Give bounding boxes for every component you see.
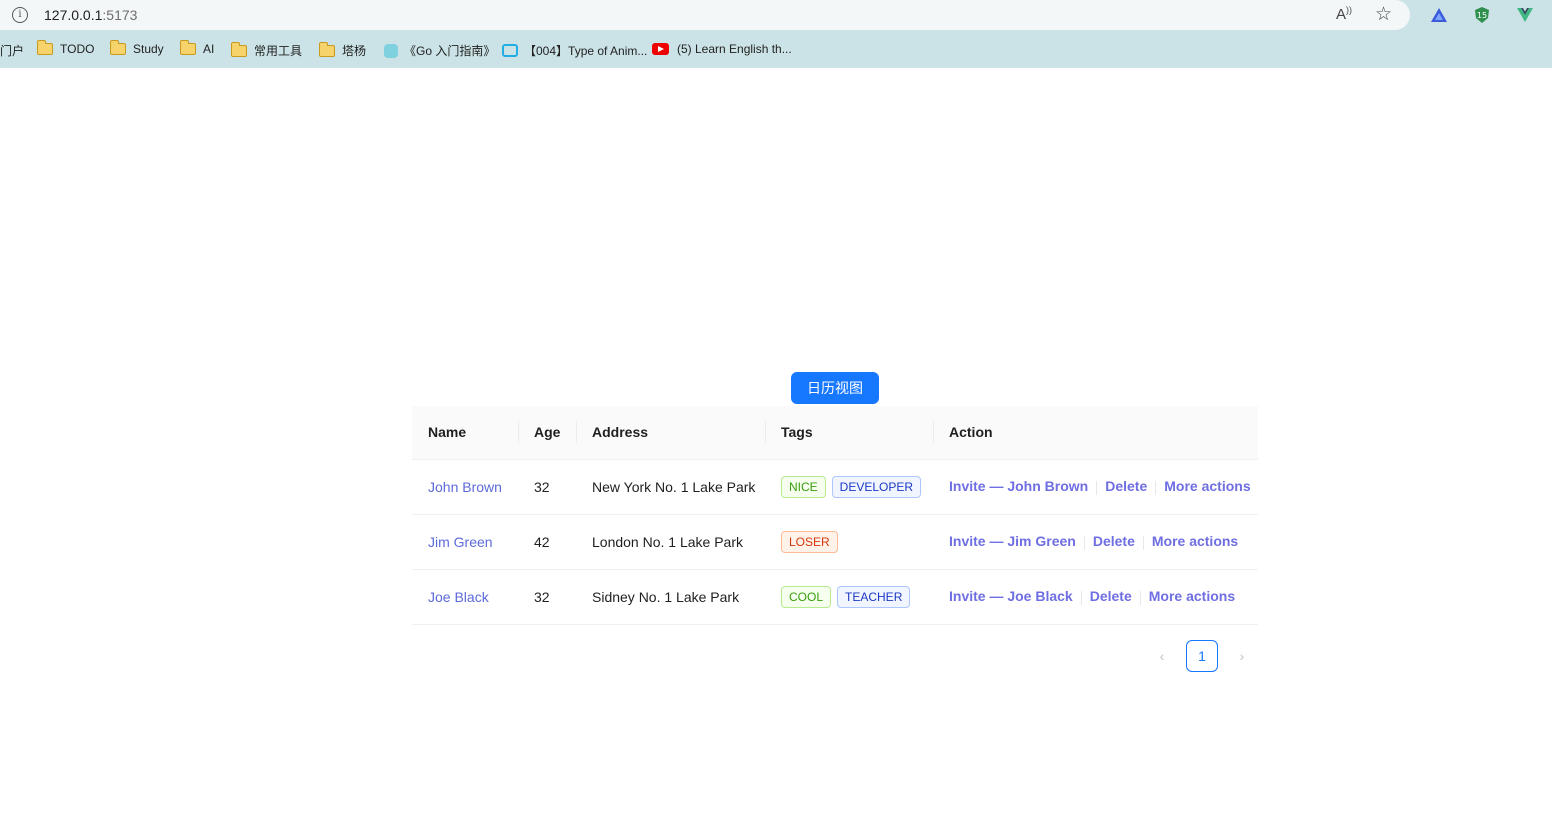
action-divider <box>1155 480 1157 495</box>
url-text[interactable]: 127.0.0.1:5173 <box>44 7 137 23</box>
age-cell: 32 <box>518 569 576 625</box>
bookmark-go-guide[interactable]: 《Go 入门指南》 <box>384 42 495 59</box>
folder-icon <box>36 40 53 55</box>
favorite-star-icon[interactable]: ☆ <box>1375 3 1392 26</box>
folder-icon <box>318 41 335 57</box>
bilibili-icon <box>502 44 518 57</box>
invite-link[interactable]: Invite — Jim Green <box>949 533 1076 549</box>
bookmark-label: TODO <box>60 42 95 56</box>
delete-link[interactable]: Delete <box>1093 533 1135 549</box>
tags-cell: NICE DEVELOPER <box>765 459 933 515</box>
bookmark-tools[interactable]: 常用工具 <box>230 41 303 59</box>
bookmark-label: 《Go 入门指南》 <box>404 44 496 58</box>
action-divider <box>1096 480 1098 495</box>
bookmark-label: 塔杨 <box>342 44 367 58</box>
bookmark-bilibili[interactable]: 【004】Type of Anim... <box>502 42 647 59</box>
bookmark-label: 门户 <box>0 44 25 58</box>
address-cell: Sidney No. 1 Lake Park <box>576 569 765 625</box>
bookmark-label: (5) Learn English th... <box>677 42 792 56</box>
pagination: ‹ 1 › <box>1150 640 1254 672</box>
tags-cell: LOSER <box>765 514 933 570</box>
delete-link[interactable]: Delete <box>1090 588 1132 604</box>
extension-a-icon[interactable] <box>1430 6 1448 24</box>
tag-teacher: TEACHER <box>837 585 911 608</box>
name-link[interactable]: John Brown <box>428 479 502 495</box>
column-header-age[interactable]: Age <box>518 406 576 460</box>
age-cell: 42 <box>518 514 576 570</box>
more-actions-link[interactable]: More actions <box>1164 478 1250 494</box>
age-cell: 32 <box>518 459 576 515</box>
column-header-tags[interactable]: Tags <box>765 406 933 460</box>
invite-link[interactable]: Invite — Joe Black <box>949 588 1073 604</box>
bookmark-portal[interactable]: 门户 <box>0 42 24 59</box>
bookmark-tayang[interactable]: 塔杨 <box>318 41 367 59</box>
name-link[interactable]: Joe Black <box>428 589 489 605</box>
vue-devtools-icon[interactable] <box>1516 6 1534 24</box>
tag-loser: LOSER <box>781 530 838 553</box>
bookmarks-bar: 门户 TODO Study AI 常用工具 塔杨 《Go 入门指南》 【004】… <box>0 38 1552 62</box>
column-header-name[interactable]: Name <box>412 406 518 460</box>
bookmark-label: AI <box>203 42 215 56</box>
browser-toolbar: i 127.0.0.1:5173 A)) ☆ 15 门户 TODO Study … <box>0 0 1552 68</box>
bookmark-label: 常用工具 <box>254 44 303 58</box>
invite-link[interactable]: Invite — John Brown <box>949 478 1088 494</box>
calendar-view-button[interactable]: 日历视图 <box>791 372 879 404</box>
action-cell: Invite — John Brown Delete More actions <box>933 459 1258 515</box>
bookmark-label: Study <box>133 42 164 56</box>
column-header-address[interactable]: Address <box>576 406 765 460</box>
more-actions-link[interactable]: More actions <box>1149 588 1235 604</box>
column-header-action[interactable]: Action <box>933 406 1258 460</box>
bookmark-ai[interactable]: AI <box>179 40 215 56</box>
table-row: John Brown 32 New York No. 1 Lake Park N… <box>412 459 1258 515</box>
address-cell: London No. 1 Lake Park <box>576 514 765 570</box>
youtube-icon <box>652 43 669 55</box>
gopher-icon <box>384 43 398 58</box>
info-icon[interactable]: i <box>12 7 28 23</box>
tags-cell: COOL TEACHER <box>765 569 933 625</box>
table-header-row: Name Age Address Tags Action <box>412 406 1258 460</box>
more-actions-link[interactable]: More actions <box>1152 533 1238 549</box>
name-link[interactable]: Jim Green <box>428 534 493 550</box>
action-cell: Invite — Joe Black Delete More actions <box>933 569 1258 625</box>
svg-text:15: 15 <box>1477 11 1487 20</box>
extension-shield-icon[interactable]: 15 <box>1473 6 1491 24</box>
users-table: Name Age Address Tags Action John Brown … <box>412 406 1258 625</box>
action-divider <box>1080 590 1082 605</box>
bookmark-study[interactable]: Study <box>109 40 164 56</box>
table-row: Jim Green 42 London No. 1 Lake Park LOSE… <box>412 514 1258 570</box>
chevron-right-icon[interactable]: › <box>1230 640 1254 672</box>
bookmark-youtube[interactable]: (5) Learn English th... <box>652 42 792 56</box>
read-aloud-icon[interactable]: A)) <box>1336 5 1352 23</box>
action-divider <box>1083 535 1085 550</box>
bookmark-todo[interactable]: TODO <box>36 40 95 56</box>
page-item-1[interactable]: 1 <box>1186 640 1218 672</box>
delete-link[interactable]: Delete <box>1105 478 1147 494</box>
address-cell: New York No. 1 Lake Park <box>576 459 765 515</box>
chevron-left-icon[interactable]: ‹ <box>1150 640 1174 672</box>
tag-developer: DEVELOPER <box>831 475 922 498</box>
folder-icon <box>179 40 196 55</box>
folder-icon <box>230 41 247 57</box>
tag-cool: COOL <box>781 585 832 608</box>
address-bar[interactable]: i 127.0.0.1:5173 A)) ☆ <box>0 0 1410 30</box>
action-divider <box>1139 590 1141 605</box>
action-cell: Invite — Jim Green Delete More actions <box>933 514 1258 570</box>
folder-icon <box>109 40 126 55</box>
action-divider <box>1142 535 1144 550</box>
tag-nice: NICE <box>781 475 826 498</box>
table-row: Joe Black 32 Sidney No. 1 Lake Park COOL… <box>412 569 1258 625</box>
bookmark-label: 【004】Type of Anim... <box>524 44 648 58</box>
